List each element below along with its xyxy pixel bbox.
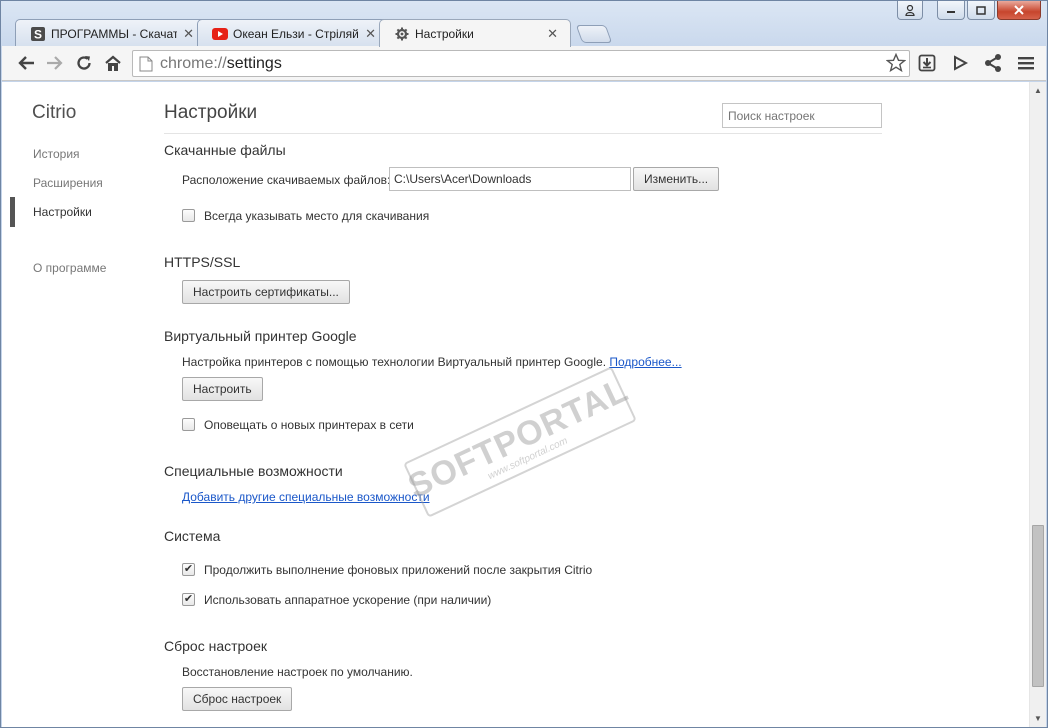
profile-button[interactable] — [897, 1, 923, 20]
user-icon — [905, 4, 915, 16]
page-icon — [139, 56, 153, 71]
close-icon — [1014, 5, 1024, 15]
divider — [164, 133, 882, 134]
background-apps-checkbox[interactable]: ✔ — [182, 563, 195, 576]
maximize-button[interactable] — [967, 1, 995, 20]
url-path: settings — [226, 54, 282, 72]
maximize-icon — [976, 5, 986, 15]
add-accessibility-link[interactable]: Добавить другие специальные возможности — [182, 490, 430, 504]
play-icon — [954, 55, 968, 71]
active-nav-marker — [10, 197, 15, 227]
notify-printers-checkbox[interactable] — [182, 418, 195, 431]
section-title-https: HTTPS/SSL — [164, 254, 241, 270]
download-location-field[interactable]: C:\Users\Acer\Downloads — [389, 167, 631, 191]
scroll-up-arrow-icon[interactable]: ▲ — [1034, 86, 1042, 95]
hardware-acceleration-label: Использовать аппаратное ускорение (при н… — [204, 593, 492, 607]
section-title-cloud-print: Виртуальный принтер Google — [164, 328, 357, 344]
cloud-print-setup-button[interactable]: Настроить — [182, 377, 263, 401]
forward-arrow-icon — [47, 56, 63, 70]
sidebar-item-settings[interactable]: Настройки — [33, 205, 92, 219]
reset-settings-button[interactable]: Сброс настроек — [182, 687, 293, 711]
change-location-button[interactable]: Изменить... — [633, 167, 720, 191]
sidebar-item-extensions[interactable]: Расширения — [33, 176, 103, 190]
watermark-sub: www.softportal.com — [485, 435, 570, 482]
settings-page: Citrio История Расширения Настройки О пр… — [2, 82, 1046, 727]
home-icon — [105, 55, 121, 71]
tab-title: Настройки — [415, 26, 474, 41]
minimize-icon — [947, 11, 955, 13]
reload-button[interactable] — [70, 49, 98, 77]
url-scheme: chrome:// — [160, 54, 227, 72]
cloud-print-description: Настройка принтеров с помощью технологии… — [182, 355, 682, 369]
menu-button[interactable] — [1012, 49, 1040, 77]
tab-strip: S ПРОГРАММЫ - Скачать б ✕ Океан Ельзи - … — [15, 19, 613, 47]
toolbar-actions — [912, 49, 1040, 77]
back-arrow-icon — [18, 56, 34, 70]
tab-title: ПРОГРАММЫ - Скачать б — [51, 26, 178, 41]
toolbar: chrome://settings — [2, 46, 1046, 81]
softportal-s-icon: S — [30, 26, 46, 42]
learn-more-link[interactable]: Подробнее... — [609, 355, 681, 369]
downloads-button[interactable] — [913, 49, 941, 77]
section-title-system: Система — [164, 528, 221, 544]
hamburger-menu-icon — [1018, 57, 1034, 70]
forward-button[interactable] — [41, 49, 69, 77]
sidebar-item-history[interactable]: История — [33, 147, 80, 161]
reload-icon — [77, 56, 91, 70]
minimize-button[interactable] — [937, 1, 965, 20]
ask-location-label: Всегда указывать место для скачивания — [204, 209, 430, 223]
watermark-stamp: SOFTPORTAL www.softportal.com — [402, 366, 637, 518]
close-tab-icon[interactable]: ✕ — [183, 26, 194, 42]
section-title-downloads: Скачанные файлы — [164, 142, 286, 158]
cloud-print-text: Настройка принтеров с помощью технологии… — [182, 355, 607, 369]
notify-printers-label: Оповещать о новых принтерах в сети — [204, 418, 414, 432]
search-settings-input[interactable] — [722, 103, 882, 128]
back-button[interactable] — [12, 49, 40, 77]
gear-icon — [394, 26, 410, 42]
window-controls — [897, 1, 1041, 20]
new-tab-button[interactable] — [575, 25, 613, 43]
close-tab-icon[interactable]: ✕ — [365, 26, 376, 42]
browser-window: S ПРОГРАММЫ - Скачать б ✕ Океан Ельзи - … — [0, 0, 1048, 728]
share-button[interactable] — [979, 49, 1007, 77]
address-bar[interactable]: chrome://settings — [132, 50, 910, 77]
scroll-down-arrow-icon[interactable]: ▼ — [1034, 714, 1042, 723]
manage-certificates-button[interactable]: Настроить сертификаты... — [182, 280, 350, 304]
home-button[interactable] — [99, 49, 127, 77]
svg-text:S: S — [34, 27, 42, 41]
tab-title: Океан Ельзи - Стріляй (о — [233, 26, 360, 41]
watermark-main: SOFTPORTAL — [402, 370, 634, 506]
close-window-button[interactable] — [997, 1, 1041, 20]
close-tab-icon[interactable]: ✕ — [547, 26, 558, 42]
page-title: Настройки — [164, 102, 258, 123]
youtube-icon — [212, 26, 228, 42]
play-button[interactable] — [946, 49, 974, 77]
reset-description: Восстановление настроек по умолчанию. — [182, 665, 413, 679]
brand-title: Citrio — [32, 102, 77, 123]
tab-softportal[interactable]: S ПРОГРАММЫ - Скачать б ✕ — [15, 19, 207, 47]
background-apps-label: Продолжить выполнение фоновых приложений… — [204, 563, 593, 577]
section-title-reset: Сброс настроек — [164, 638, 268, 654]
ask-location-checkbox[interactable] — [182, 209, 195, 222]
tab-youtube[interactable]: Океан Ельзи - Стріляй (о ✕ — [197, 19, 389, 47]
download-icon — [918, 54, 936, 72]
download-location-label: Расположение скачиваемых файлов: — [182, 173, 391, 187]
tab-settings[interactable]: Настройки ✕ — [379, 19, 571, 47]
bookmark-star-icon[interactable] — [885, 52, 907, 78]
settings-sidebar: Citrio История Расширения Настройки О пр… — [2, 82, 152, 727]
vertical-scrollbar[interactable]: ▲ ▼ — [1029, 82, 1046, 727]
share-icon — [985, 54, 1001, 72]
sidebar-item-about[interactable]: О программе — [33, 261, 106, 275]
scrollbar-thumb[interactable] — [1032, 525, 1044, 687]
hardware-acceleration-checkbox[interactable]: ✔ — [182, 593, 195, 606]
section-title-accessibility: Специальные возможности — [164, 463, 343, 479]
